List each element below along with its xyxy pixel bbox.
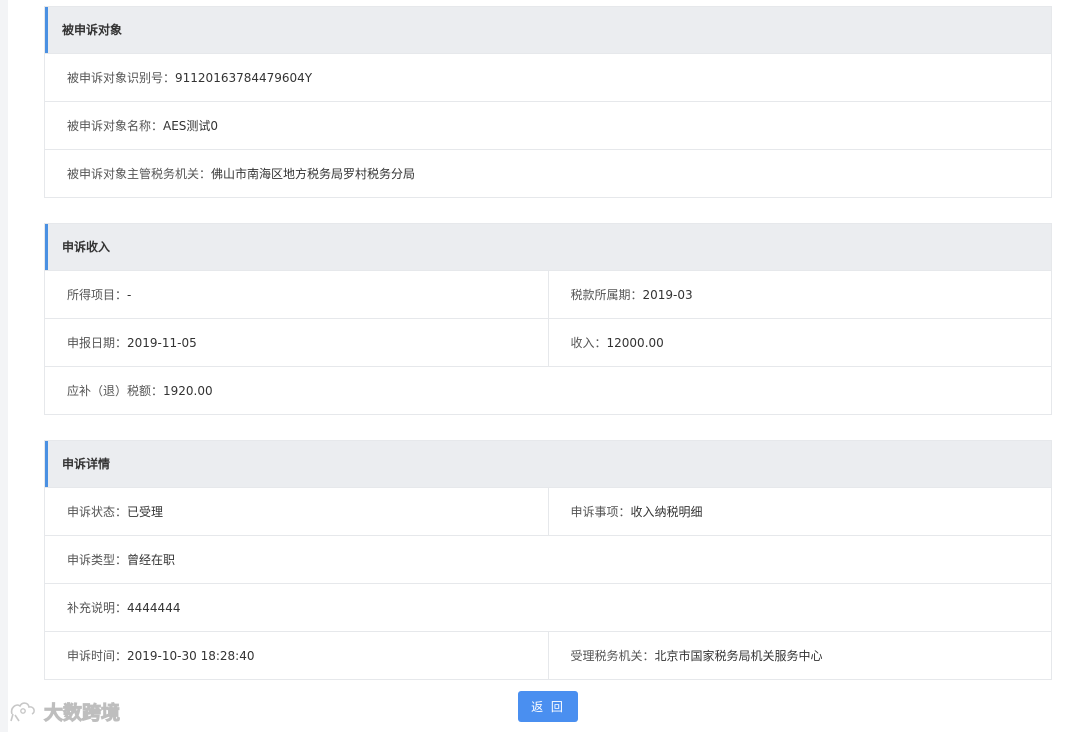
target-section: 被申诉对象 被申诉对象识别号： 91120163784479604Y 被申诉对象… (44, 6, 1052, 198)
target-id-label: 被申诉对象识别号： (67, 71, 176, 85)
appeal-type-value: 曾经在职 (127, 553, 176, 567)
appeal-detail-page: 被申诉对象 被申诉对象识别号： 91120163784479604Y 被申诉对象… (44, 6, 1052, 705)
details-section-title: 申诉详情 (45, 441, 1051, 487)
report-date-label: 申报日期： (67, 336, 128, 350)
watermark: 大数跨境 (8, 698, 121, 725)
report-date-field: 申报日期： 2019-11-05 (45, 319, 548, 366)
income-row-2: 申报日期： 2019-11-05 收入： 12000.00 (45, 318, 1051, 366)
appeal-time-field: 申诉时间： 2019-10-30 18:28:40 (45, 632, 548, 679)
report-date-value: 2019-11-05 (127, 335, 197, 350)
income-section-title: 申诉收入 (45, 224, 1051, 270)
target-name-value: AES测试0 (163, 119, 219, 133)
details-row-2: 申诉类型： 曾经在职 (45, 535, 1051, 583)
target-name-field: 被申诉对象名称： AES测试0 (45, 102, 1051, 149)
appeal-type-label: 申诉类型： (67, 553, 128, 567)
target-authority-field: 被申诉对象主管税务机关： 佛山市南海区地方税务局罗村税务分局 (45, 150, 1051, 197)
appeal-matter-field: 申诉事项： 收入纳税明细 (547, 488, 1052, 535)
target-name-label: 被申诉对象名称： (67, 119, 164, 133)
income-amount-label: 收入： (570, 336, 607, 350)
income-item-value: - (127, 287, 132, 302)
income-row-1: 所得项目： - 税款所属期： 2019-03 (45, 270, 1051, 318)
tax-due-value: 1920.00 (163, 383, 213, 398)
target-id-value: 91120163784479604Y (175, 70, 313, 85)
details-section: 申诉详情 申诉状态： 已受理 申诉事项： 收入纳税明细 申诉类型： 曾经在职 补… (44, 440, 1052, 680)
income-section: 申诉收入 所得项目： - 税款所属期： 2019-03 申报日期： 2019-1… (44, 223, 1052, 415)
income-item-label: 所得项目： (67, 288, 128, 302)
income-amount-field: 收入： 12000.00 (547, 319, 1052, 366)
appeal-note-value: 4444444 (127, 600, 181, 615)
target-authority-value: 佛山市南海区地方税务局罗村税务分局 (211, 167, 416, 181)
appeal-matter-value: 收入纳税明细 (630, 505, 703, 519)
watermark-logo-icon (10, 701, 35, 721)
details-row-3: 补充说明： 4444444 (45, 583, 1051, 631)
appeal-note-label: 补充说明： (67, 601, 128, 615)
back-button[interactable]: 返 回 (518, 691, 578, 722)
accepting-office-label: 受理税务机关： (570, 649, 655, 663)
accepting-office-value: 北京市国家税务局机关服务中心 (654, 649, 823, 663)
appeal-status-value: 已受理 (127, 505, 164, 519)
tax-due-label: 应补（退）税额： (67, 384, 164, 398)
income-amount-value: 12000.00 (606, 335, 664, 350)
footer: 大数跨境 返 回 (0, 690, 1080, 732)
target-id-field: 被申诉对象识别号： 91120163784479604Y (45, 54, 1051, 101)
appeal-matter-label: 申诉事项： (570, 505, 631, 519)
appeal-type-field: 申诉类型： 曾经在职 (45, 536, 1051, 583)
accepting-office-field: 受理税务机关： 北京市国家税务局机关服务中心 (547, 632, 1052, 679)
details-row-1: 申诉状态： 已受理 申诉事项： 收入纳税明细 (45, 487, 1051, 535)
appeal-time-value: 2019-10-30 18:28:40 (127, 648, 255, 663)
watermark-text: 大数跨境 (43, 702, 121, 725)
appeal-note-field: 补充说明： 4444444 (45, 584, 1051, 631)
appeal-time-label: 申诉时间： (67, 649, 128, 663)
target-name-row: 被申诉对象名称： AES测试0 (45, 101, 1051, 149)
tax-period-label: 税款所属期： (570, 288, 643, 302)
appeal-status-field: 申诉状态： 已受理 (45, 488, 548, 535)
income-row-3: 应补（退）税额： 1920.00 (45, 366, 1051, 414)
tax-period-value: 2019-03 (642, 287, 693, 302)
details-row-4: 申诉时间： 2019-10-30 18:28:40 受理税务机关： 北京市国家税… (45, 631, 1051, 679)
appeal-status-label: 申诉状态： (67, 505, 128, 519)
target-id-row: 被申诉对象识别号： 91120163784479604Y (45, 53, 1051, 101)
target-authority-label: 被申诉对象主管税务机关： (67, 167, 212, 181)
income-item-field: 所得项目： - (45, 271, 548, 318)
target-authority-row: 被申诉对象主管税务机关： 佛山市南海区地方税务局罗村税务分局 (45, 149, 1051, 197)
target-section-title: 被申诉对象 (45, 7, 1051, 53)
tax-period-field: 税款所属期： 2019-03 (547, 271, 1052, 318)
tax-due-field: 应补（退）税额： 1920.00 (45, 367, 1051, 414)
left-sidebar-edge (0, 0, 8, 732)
